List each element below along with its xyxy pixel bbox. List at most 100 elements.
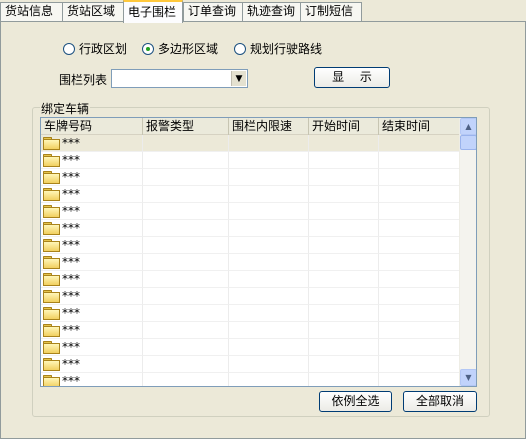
plate-number: ***	[62, 357, 80, 371]
table-cell	[143, 186, 229, 203]
tab-station-info[interactable]: 货站信息	[0, 2, 63, 21]
column-header-speed-limit[interactable]: 围栏内限速	[229, 118, 309, 135]
plate-number: ***	[62, 238, 80, 252]
table-cell	[143, 322, 229, 339]
plate-cell: ***	[41, 135, 143, 152]
table-cell	[143, 254, 229, 271]
plate-cell: ***	[41, 356, 143, 373]
scrollbar-thumb[interactable]	[460, 135, 476, 150]
column-header-alarm-type[interactable]: 报警类型	[143, 118, 229, 135]
folder-icon	[43, 256, 60, 269]
table-row[interactable]: ***	[41, 339, 461, 356]
radio-admin-division[interactable]: 行政区划	[63, 40, 127, 57]
table-row[interactable]: ***	[41, 288, 461, 305]
table-cell	[379, 373, 461, 386]
vertical-scrollbar[interactable]: ▲ ▼	[459, 118, 476, 386]
table-cell	[143, 237, 229, 254]
plate-number: ***	[62, 272, 80, 286]
table-cell	[143, 271, 229, 288]
scroll-up-icon[interactable]: ▲	[460, 118, 476, 135]
table-row[interactable]: ***	[41, 186, 461, 203]
plate-number: ***	[62, 340, 80, 354]
folder-icon	[43, 205, 60, 218]
table-cell	[379, 237, 461, 254]
plate-cell: ***	[41, 203, 143, 220]
table-cell	[309, 220, 379, 237]
table-cell	[143, 135, 229, 152]
folder-icon	[43, 307, 60, 320]
table-cell	[229, 271, 309, 288]
tab-track-query[interactable]: 轨迹查询	[242, 2, 301, 21]
table-cell	[229, 373, 309, 386]
table-cell	[143, 339, 229, 356]
radio-label: 行政区划	[79, 42, 128, 56]
table-cell	[379, 152, 461, 169]
show-button[interactable]: 显 示	[314, 67, 390, 88]
plate-number: ***	[62, 136, 80, 150]
plate-cell: ***	[41, 152, 143, 169]
column-header-plate[interactable]: 车牌号码	[41, 118, 143, 135]
table-cell	[309, 356, 379, 373]
table-cell	[309, 237, 379, 254]
table-cell	[379, 322, 461, 339]
table-cell	[309, 254, 379, 271]
table-row[interactable]: ***	[41, 203, 461, 220]
tab-bar: 货站信息 货站区域 电子围栏 订单查询 轨迹查询 订制短信	[0, 0, 526, 23]
table-row[interactable]: ***	[41, 237, 461, 254]
folder-icon	[43, 154, 60, 167]
table-row[interactable]: ***	[41, 135, 461, 152]
table-row[interactable]: ***	[41, 373, 461, 387]
fence-list-select[interactable]: ▼	[111, 69, 248, 88]
tab-order-query[interactable]: 订单查询	[183, 2, 243, 21]
table-row[interactable]: ***	[41, 152, 461, 169]
table-cell	[379, 271, 461, 288]
column-header-end-time[interactable]: 结束时间	[379, 118, 461, 135]
tab-custom-sms[interactable]: 订制短信	[300, 2, 362, 21]
select-all-button[interactable]: 依例全选	[319, 391, 392, 412]
plate-cell: ***	[41, 305, 143, 322]
table-cell	[309, 186, 379, 203]
table-cell	[229, 254, 309, 271]
plate-cell: ***	[41, 339, 143, 356]
column-header-start-time[interactable]: 开始时间	[309, 118, 379, 135]
table-cell	[229, 339, 309, 356]
table-cell	[379, 288, 461, 305]
plate-number: ***	[62, 306, 80, 320]
table-cell	[229, 186, 309, 203]
folder-icon	[43, 375, 60, 386]
table-cell	[229, 356, 309, 373]
table-cell	[379, 203, 461, 220]
radio-planned-route[interactable]: 规划行驶路线	[234, 40, 322, 57]
fence-list-label: 围栏列表	[59, 73, 108, 87]
table-cell	[143, 169, 229, 186]
table-row[interactable]: ***	[41, 271, 461, 288]
plate-number: ***	[62, 323, 80, 337]
table-cell	[379, 186, 461, 203]
chevron-down-icon[interactable]: ▼	[231, 71, 246, 86]
table-cell	[143, 356, 229, 373]
plate-number: ***	[62, 374, 80, 387]
table-cell	[229, 220, 309, 237]
table-header: 车牌号码 报警类型 围栏内限速 开始时间 结束时间	[41, 118, 461, 135]
table-row[interactable]: ***	[41, 220, 461, 237]
plate-cell: ***	[41, 186, 143, 203]
table-row[interactable]: ***	[41, 305, 461, 322]
cancel-all-button[interactable]: 全部取消	[403, 391, 477, 412]
plate-number: ***	[62, 153, 80, 167]
table-row[interactable]: ***	[41, 322, 461, 339]
radio-polygon-area[interactable]: 多边形区域	[142, 40, 218, 57]
plate-cell: ***	[41, 169, 143, 186]
table-cell	[309, 271, 379, 288]
tab-station-area[interactable]: 货站区域	[62, 2, 124, 21]
folder-icon	[43, 341, 60, 354]
table-row[interactable]: ***	[41, 356, 461, 373]
table-cell	[143, 373, 229, 386]
table-cell	[229, 169, 309, 186]
plate-cell: ***	[41, 220, 143, 237]
plate-number: ***	[62, 289, 80, 303]
table-row[interactable]: ***	[41, 169, 461, 186]
table-row[interactable]: ***	[41, 254, 461, 271]
scroll-down-icon[interactable]: ▼	[460, 369, 476, 386]
table-cell	[309, 322, 379, 339]
tab-electronic-fence[interactable]: 电子围栏	[123, 0, 183, 23]
